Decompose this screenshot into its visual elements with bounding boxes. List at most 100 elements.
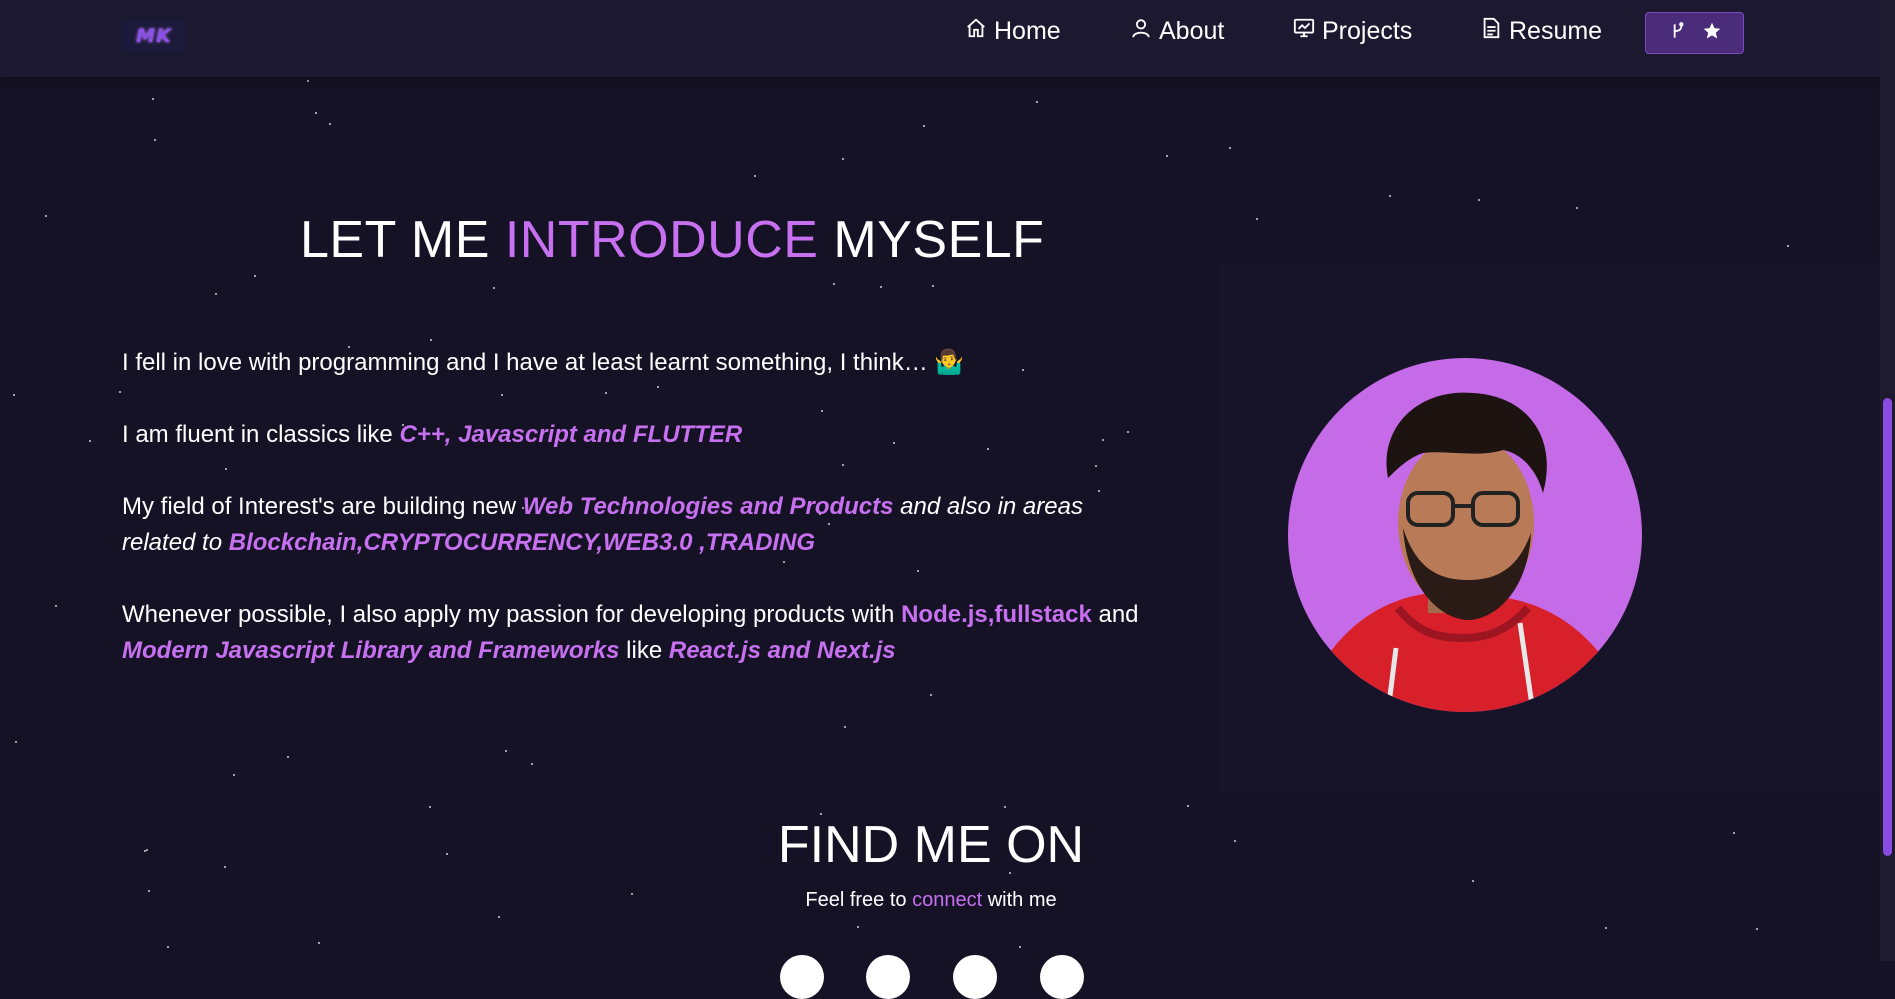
star: [1187, 805, 1189, 807]
star: [307, 80, 309, 82]
star: [501, 394, 503, 396]
logo-text: MK: [136, 25, 172, 47]
star: [833, 283, 835, 285]
star: [225, 468, 227, 470]
star: [1787, 245, 1789, 247]
star: [1095, 465, 1097, 467]
star: [880, 286, 882, 288]
star: [821, 410, 823, 412]
star: [605, 392, 607, 394]
star: [15, 741, 17, 743]
about-paragraph-1: I fell in love with programming and I ha…: [122, 345, 1202, 381]
nav-home-link[interactable]: Home: [965, 14, 1061, 48]
find-me-title: FIND ME ON: [777, 816, 1085, 874]
p4-highlight-1: Node.js,fullstack: [901, 601, 1092, 628]
p1-text: I fell in love with programming and I ha…: [122, 349, 935, 376]
p4-highlight-2: Modern Javascript Library and Frameworks: [122, 637, 620, 664]
avatar: [1288, 358, 1642, 712]
star: [167, 946, 169, 948]
nav-projects-link[interactable]: Projects: [1293, 14, 1412, 48]
nav-projects-label: Projects: [1322, 16, 1413, 45]
star: [1256, 218, 1258, 220]
star: [45, 215, 47, 217]
star: [754, 175, 756, 177]
user-icon: [1130, 17, 1152, 46]
star: [1605, 927, 1607, 929]
p3-highlight-2: Blockchain,CRYPTOCURRENCY,WEB3.0 ,TRADIN…: [228, 529, 816, 556]
star: [329, 123, 331, 125]
p2-text: I am fluent in classics like: [122, 421, 400, 448]
social-link-1[interactable]: [780, 955, 824, 999]
star: [89, 440, 91, 442]
star: [429, 806, 431, 808]
star: [13, 394, 15, 396]
p4-text-3: like: [619, 637, 669, 664]
navbar: MK Home About Projects Resume: [0, 0, 1895, 77]
star: [783, 561, 785, 563]
star: [254, 275, 256, 277]
star: [1478, 199, 1480, 201]
star: [844, 726, 846, 728]
about-paragraph-4: Whenever possible, I also apply my passi…: [122, 597, 1207, 669]
star: [842, 464, 844, 466]
about-title-part2: MYSELF: [818, 211, 1045, 269]
p4-highlight-3: React.js and Next.js: [668, 637, 896, 664]
star: [1472, 880, 1474, 882]
star: [932, 285, 934, 287]
about-paragraph-2: I am fluent in classics like C++, Javasc…: [122, 417, 1202, 453]
social-link-4[interactable]: [1040, 955, 1084, 999]
nav-about-label: About: [1159, 16, 1225, 45]
home-icon: [965, 17, 987, 46]
p4-text-2: and: [1091, 601, 1139, 628]
find-sub-text-2: with me: [982, 889, 1057, 911]
find-me-subtitle: Feel free to connect with me: [0, 889, 1862, 912]
star: [1036, 101, 1038, 103]
star: [1756, 928, 1758, 930]
star: [1004, 806, 1006, 808]
star: [1229, 147, 1231, 149]
nav-about-link[interactable]: About: [1130, 14, 1224, 48]
logo[interactable]: MK: [122, 20, 186, 52]
nav-resume-label: Resume: [1509, 16, 1603, 45]
projects-icon: [1293, 17, 1315, 46]
social-link-3[interactable]: [953, 955, 997, 999]
p3-text: My field of Interest's are building new: [122, 493, 523, 520]
page-scrollbar[interactable]: [1880, 0, 1895, 961]
star: [315, 112, 317, 114]
star: [1576, 207, 1578, 209]
scrollbar-thumb[interactable]: [1883, 398, 1892, 856]
nav-home-label: Home: [994, 16, 1061, 45]
star: [842, 158, 844, 160]
star: [923, 125, 925, 127]
connect-link[interactable]: connect: [912, 889, 982, 911]
star: [119, 391, 121, 393]
about-paragraph-3: My field of Interest's are building new …: [122, 489, 1122, 561]
star: [657, 386, 659, 388]
star: [531, 763, 533, 765]
star: [1389, 195, 1391, 197]
nav-resume-link[interactable]: Resume: [1480, 14, 1602, 48]
about-title-accent: INTRODUCE: [504, 211, 819, 269]
star: [857, 926, 859, 928]
github-fork-button[interactable]: [1645, 12, 1744, 54]
star: [233, 774, 235, 776]
social-link-2[interactable]: [866, 955, 910, 999]
star: [930, 694, 932, 696]
about-title-part1: LET ME: [300, 211, 505, 269]
star: [152, 98, 154, 100]
star: [493, 287, 495, 289]
star: [498, 916, 500, 918]
star: [154, 139, 156, 141]
star: [287, 756, 289, 758]
about-title: LET ME INTRODUCE MYSELF: [300, 210, 1044, 270]
p4-text: Whenever possible, I also apply my passi…: [122, 601, 902, 628]
find-sub-text-1: Feel free to: [805, 889, 913, 911]
star: [505, 750, 507, 752]
star-icon: [1702, 21, 1722, 46]
star: [318, 942, 320, 944]
document-icon: [1480, 17, 1502, 46]
star: [917, 570, 919, 572]
p2-highlight: C++, Javascript and FLUTTER: [399, 421, 743, 448]
star: [55, 605, 57, 607]
star: [1166, 155, 1168, 157]
